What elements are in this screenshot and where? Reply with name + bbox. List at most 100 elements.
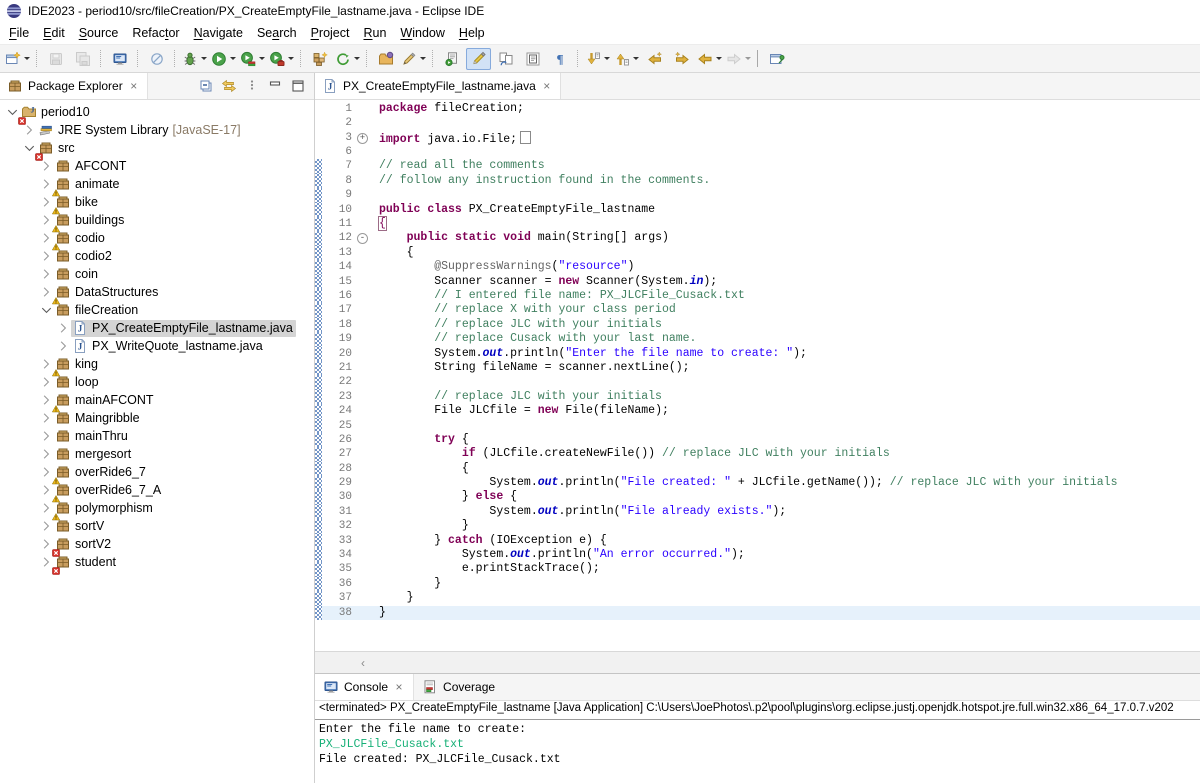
toolbar-button-previous-annotation[interactable] [613,48,640,70]
chevron-right-icon[interactable] [39,428,54,444]
toolbar-button-save-all[interactable] [70,48,95,70]
menu-item-help[interactable]: Help [452,24,492,42]
fold-expanded-icon[interactable]: - [357,233,368,244]
chevron-right-icon[interactable] [39,266,54,282]
dropdown-arrow-icon[interactable] [716,57,722,60]
view-toolbar-button-link-with-editor[interactable] [218,76,239,97]
tree-item-px-writequote-lastname-java[interactable]: JPX_WriteQuote_lastname.java [0,337,314,355]
close-icon[interactable] [541,79,553,93]
tree-item-override6-7-a[interactable]: overRide6_7_A [0,481,314,499]
tree-item-maingribble[interactable]: Maingribble [0,409,314,427]
tree-item-mainthru[interactable]: mainThru [0,427,314,445]
editor-horizontal-scrollbar[interactable] [315,651,1200,673]
toolbar-button-next-annotation[interactable] [584,48,611,70]
toolbar-button-link-docs[interactable] [493,48,518,70]
tree-item-override6-7[interactable]: overRide6_7 [0,463,314,481]
menu-item-source[interactable]: Source [72,24,126,42]
menu-item-refactor[interactable]: Refactor [125,24,186,42]
tree-item-mergesort[interactable]: mergesort [0,445,314,463]
toolbar-button-coverage[interactable] [239,48,266,70]
tree-item-filecreation[interactable]: fileCreation [0,301,314,319]
tree-item-mainafcont[interactable]: mainAFCONT [0,391,314,409]
toolbar-button-save[interactable] [43,48,68,70]
tree-item-sortv2[interactable]: sortV2 [0,535,314,553]
console-tab-console[interactable]: Console [315,674,414,700]
toolbar-button-new-wizard[interactable] [4,48,31,70]
console-tab-coverage[interactable]: Coverage [414,674,503,700]
chevron-right-icon[interactable] [56,338,71,354]
toolbar-button-run[interactable] [210,48,237,70]
menu-item-edit[interactable]: Edit [36,24,72,42]
menu-item-window[interactable]: Window [393,24,451,42]
menu-item-navigate[interactable]: Navigate [187,24,250,42]
toolbar-button-refresh[interactable] [334,48,361,70]
code-editor[interactable]: 1package fileCreation;23+import java.io.… [315,100,1200,651]
tree-item-period10[interactable]: Jperiod10 [0,103,314,121]
toolbar-button-next-edit-location[interactable] [669,48,694,70]
toolbar-button-new-java-project[interactable] [307,48,332,70]
toolbar-button-show-selected-element[interactable] [520,48,545,70]
tree-item-coin[interactable]: coin [0,265,314,283]
dropdown-arrow-icon[interactable] [604,57,610,60]
dropdown-arrow-icon[interactable] [420,57,426,60]
dropdown-arrow-icon[interactable] [201,57,207,60]
toolbar-button-external-tools[interactable] [439,48,464,70]
dropdown-arrow-icon[interactable] [24,57,30,60]
svg-text:J: J [78,324,83,334]
toolbar-button-forward[interactable] [725,48,752,70]
toolbar-button-profile[interactable] [268,48,295,70]
chevron-right-icon[interactable] [56,320,71,336]
menu-item-project[interactable]: Project [304,24,357,42]
dropdown-arrow-icon[interactable] [230,57,236,60]
mark-occurrences-icon [471,51,487,67]
tree-item-afcont[interactable]: AFCONT [0,157,314,175]
editor-tab[interactable]: J PX_CreateEmptyFile_lastname.java [315,73,561,99]
view-toolbar-button-minimize[interactable] [264,76,285,97]
tree-item-loop[interactable]: loop [0,373,314,391]
menu-item-run[interactable]: Run [356,24,393,42]
eclipse-logo-icon[interactable] [6,3,22,19]
tree-item-animate[interactable]: animate [0,175,314,193]
toolbar-button-import-folder[interactable] [373,48,398,70]
tree-item-codio[interactable]: codio [0,229,314,247]
toolbar-button-debug[interactable] [181,48,208,70]
view-toolbar-button-view-menu[interactable] [241,76,262,97]
menu-item-search[interactable]: Search [250,24,304,42]
tree-item-src[interactable]: src [0,139,314,157]
tree-item-polymorphism[interactable]: polymorphism [0,499,314,517]
toolbar-button-back[interactable] [696,48,723,70]
toolbar-button-skip-breakpoints[interactable] [144,48,169,70]
fold-column [356,159,371,173]
close-icon[interactable] [393,680,405,694]
tree-item-buildings[interactable]: buildings [0,211,314,229]
tree-item-codio2[interactable]: codio2 [0,247,314,265]
chevron-right-icon[interactable] [39,446,54,462]
close-icon[interactable] [128,79,140,93]
menu-item-file[interactable]: File [2,24,36,42]
tree-item-px-createemptyfile-lastname-java[interactable]: JPX_CreateEmptyFile_lastname.java [0,319,314,337]
tree-item-sortv[interactable]: sortV [0,517,314,535]
tree-item-datastructures[interactable]: DataStructures [0,283,314,301]
toolbar-button-new-class-pen[interactable] [400,48,427,70]
dropdown-arrow-icon[interactable] [745,57,751,60]
dropdown-arrow-icon[interactable] [354,57,360,60]
package-explorer-tab[interactable]: Package Explorer [0,73,148,99]
console-output[interactable]: Enter the file name to create: PX_JLCFil… [315,720,1200,783]
dropdown-arrow-icon[interactable] [633,57,639,60]
toolbar-button-mark-occurrences[interactable] [466,48,491,70]
tree-item-student[interactable]: student [0,553,314,571]
view-toolbar-button-collapse-all[interactable] [195,76,216,97]
fold-collapsed-icon[interactable]: + [357,133,368,144]
project-tree[interactable]: Jperiod10JRE System Library [JavaSE-17]s… [0,100,314,783]
tree-item-jre-system-library[interactable]: JRE System Library [JavaSE-17] [0,121,314,139]
tree-item-bike[interactable]: bike [0,193,314,211]
scroll-left-icon[interactable] [361,656,365,670]
dropdown-arrow-icon[interactable] [288,57,294,60]
dropdown-arrow-icon[interactable] [259,57,265,60]
toolbar-button-last-edit-location[interactable] [642,48,667,70]
toolbar-button-show-whitespace[interactable]: ¶ [547,48,572,70]
tree-item-king[interactable]: king [0,355,314,373]
toolbar-button-pin-editor[interactable] [764,48,789,70]
view-toolbar-button-maximize[interactable] [287,76,308,97]
toolbar-button-open-console[interactable] [107,48,132,70]
